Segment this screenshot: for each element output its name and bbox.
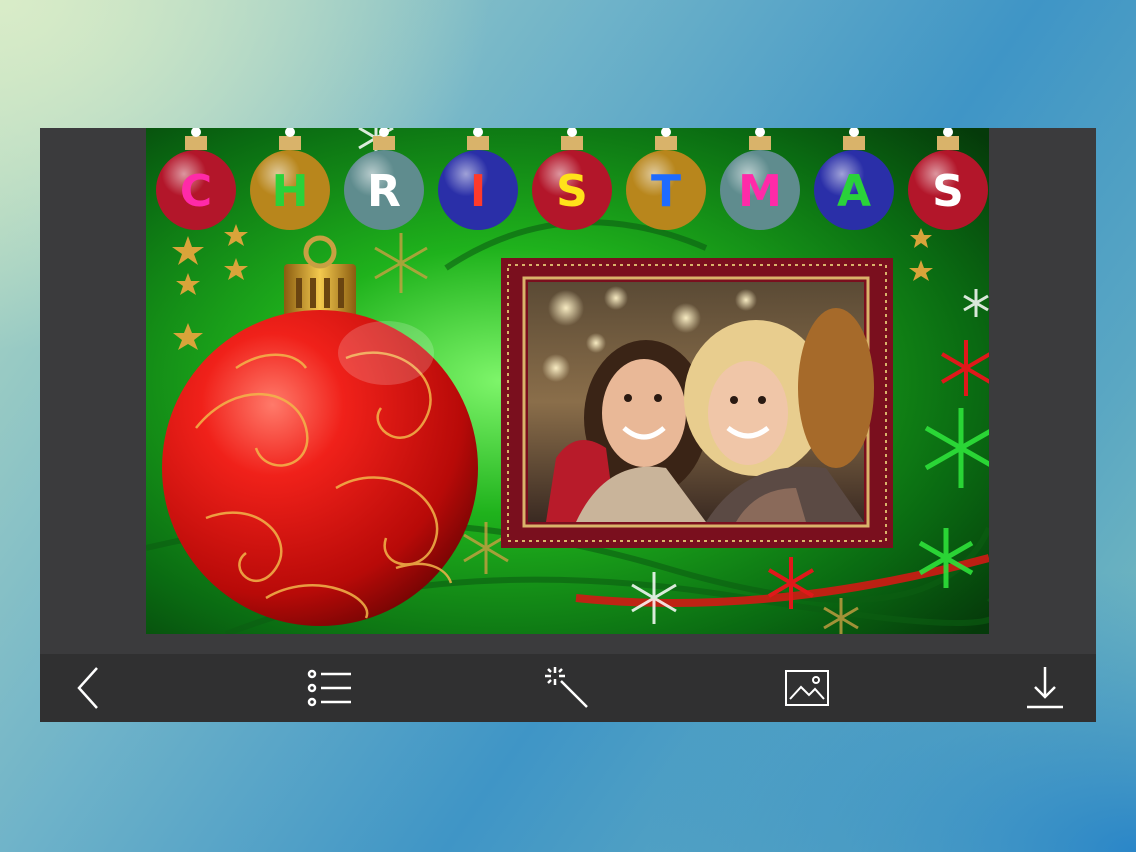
image-icon bbox=[784, 670, 829, 706]
title-letter: R bbox=[367, 166, 401, 217]
list-icon bbox=[307, 669, 351, 707]
title-letter: T bbox=[651, 166, 681, 217]
title-letter: S bbox=[556, 166, 588, 217]
title-letter: H bbox=[272, 166, 309, 217]
christmas-card-artwork: CHRISTMAS bbox=[146, 128, 989, 634]
photo-frame-canvas[interactable]: CHRISTMAS bbox=[146, 128, 989, 634]
chevron-left-icon bbox=[77, 667, 98, 709]
frames-list-button[interactable] bbox=[301, 659, 359, 717]
download-icon bbox=[1027, 667, 1063, 709]
effects-button[interactable] bbox=[539, 659, 597, 717]
save-button[interactable] bbox=[1016, 659, 1074, 717]
title-letter: M bbox=[738, 166, 782, 217]
back-button[interactable] bbox=[62, 659, 120, 717]
gallery-button[interactable] bbox=[778, 659, 836, 717]
bottom-toolbar bbox=[40, 654, 1096, 722]
photo-frame-graphic bbox=[501, 258, 893, 548]
magic-wand-icon bbox=[545, 667, 588, 708]
title-letter: S bbox=[932, 166, 964, 217]
christmas-title-bulbs: CHRISTMAS bbox=[156, 128, 988, 230]
title-letter: I bbox=[470, 166, 486, 217]
title-letter: C bbox=[180, 166, 212, 217]
title-letter: A bbox=[837, 166, 871, 217]
